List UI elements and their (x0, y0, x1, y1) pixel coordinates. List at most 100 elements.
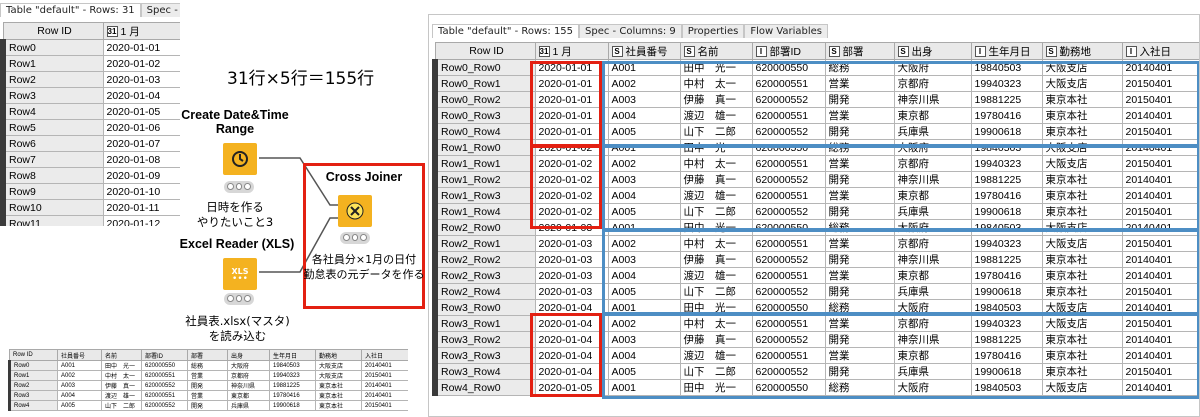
row-id-cell[interactable]: Row2_Row2 (432, 251, 536, 268)
table-cell: A004 (57, 390, 102, 401)
table-cell: 田中 光一 (101, 360, 142, 371)
table-cell[interactable]: 2020-01-03 (534, 235, 609, 252)
row-id-cell: Row0 (8, 360, 58, 371)
row-id-cell[interactable]: Row0_Row4 (432, 123, 536, 140)
table-cell: 東京本社 (315, 390, 362, 401)
row-id-cell[interactable]: Row1_Row2 (432, 171, 536, 188)
table-cell: 19940323 (269, 370, 316, 381)
column-header: 名前 (101, 349, 142, 361)
table-cell: A005 (57, 400, 102, 411)
employee-group-highlight-2 (602, 145, 1199, 231)
table-cell: 京都府 (227, 370, 270, 381)
main-tab-flow-variables[interactable]: Flow Variables (744, 24, 829, 38)
main-table-panel: Table "default" - Rows: 155 Spec - Colum… (428, 14, 1200, 417)
row-id-cell[interactable]: Row4_Row0 (432, 379, 536, 396)
row-id-cell[interactable]: Row0_Row2 (432, 91, 536, 108)
table-cell: 620000551 (141, 390, 188, 401)
main-tab-bar: Table "default" - Rows: 155 Spec - Colum… (432, 20, 1199, 38)
table-cell: 大阪支店 (315, 370, 362, 381)
table-cell: 大阪支店 (315, 360, 362, 371)
table-row: Row1 A002 中村 太一 620000551 営業 京都府 19940323 大阪支店 2… (8, 370, 408, 381)
row-id-cell[interactable]: Row3_Row2 (432, 331, 536, 348)
column-header[interactable]: 31 1 月 (534, 42, 609, 60)
column-header[interactable]: S 社員番号 (607, 42, 681, 60)
main-tab-spec[interactable]: Spec - Columns: 9 (579, 24, 682, 38)
column-header[interactable]: I 入社日 (1121, 42, 1199, 60)
row-id-cell[interactable]: Row0_Row1 (432, 75, 536, 92)
table-cell: 東京都 (227, 390, 270, 401)
clock-icon (232, 151, 248, 167)
row-id-cell[interactable]: Row1_Row0 (432, 139, 536, 156)
employee-group-highlight-3 (602, 229, 1199, 315)
cross-joiner-node-icon[interactable] (338, 195, 372, 227)
column-header: 部署 (187, 349, 228, 361)
row-id-cell[interactable]: Row2_Row3 (432, 267, 536, 284)
row-id-cell[interactable]: Row3_Row4 (432, 363, 536, 380)
status-light-icon (351, 234, 359, 241)
small-master-table: Row ID 社員番号 名前 部署ID 部署 出身 生年月日 勤務地 入社日 Row0 A001 田… (8, 349, 408, 411)
row-id-cell[interactable]: Row3_Row3 (432, 347, 536, 364)
row-id-cell[interactable]: Row0_Row3 (432, 107, 536, 124)
integer-type-icon: I (1125, 46, 1137, 58)
row-id-cell[interactable]: Row3_Row1 (432, 315, 536, 332)
row-id-cell[interactable]: Row1_Row3 (432, 187, 536, 204)
table-cell: 620000552 (141, 380, 188, 391)
string-type-icon: S (897, 46, 909, 58)
column-header[interactable]: Row ID (434, 42, 536, 60)
table-cell: 中村 太一 (101, 370, 142, 381)
table-cell[interactable]: 2020-01-03 (534, 283, 609, 300)
table-cell: 20140401 (361, 360, 408, 371)
table-cell[interactable]: 2020-01-03 (534, 251, 609, 268)
table-cell[interactable]: 2020-01-03 (534, 267, 609, 284)
column-header[interactable]: S 名前 (679, 42, 753, 60)
create-date-title: Create Date&Time Range (181, 108, 289, 136)
string-type-icon: S (611, 46, 623, 58)
main-tab-table[interactable]: Table "default" - Rows: 155 (432, 24, 580, 38)
column-header[interactable]: I 生年月日 (970, 42, 1043, 60)
column-header[interactable]: S 出身 (893, 42, 972, 60)
excel-reader-title: Excel Reader (XLS) (179, 237, 295, 251)
row-id-cell[interactable]: Row1_Row4 (432, 203, 536, 220)
column-header: 出身 (227, 349, 270, 361)
excel-reader-status-lights (224, 293, 254, 305)
status-light-icon (227, 295, 234, 302)
status-light-icon (343, 234, 350, 241)
employee-group-highlight-4 (602, 313, 1199, 399)
row-id-cell[interactable]: Row2_Row1 (432, 235, 536, 252)
table-cell: 総務 (187, 360, 228, 371)
table-cell: 営業 (187, 370, 228, 381)
row-id-cell[interactable]: Row0_Row0 (432, 59, 536, 76)
status-light-icon (244, 183, 252, 190)
string-type-icon: S (1045, 46, 1057, 58)
column-header: 入社日 (361, 349, 408, 361)
cross-joiner-caption: 各社員分×1月の日付 勤怠表の元データを作る (303, 253, 425, 281)
row-id-cell[interactable]: Row2_Row0 (432, 219, 536, 236)
date-group-highlight-3 (530, 313, 602, 397)
column-header: Row ID (9, 349, 58, 361)
table-cell: 大阪府 (227, 360, 270, 371)
string-type-icon: S (828, 46, 840, 58)
table-cell: 開発 (187, 380, 228, 391)
create-date-node-icon[interactable] (223, 143, 257, 175)
row-id-cell[interactable]: Row1_Row1 (432, 155, 536, 172)
calendar-icon: 31 (538, 46, 550, 58)
table-cell: 20150401 (361, 370, 408, 381)
table-cell: 山下 二郎 (101, 400, 142, 411)
row-id-cell[interactable]: Row2_Row4 (432, 283, 536, 300)
table-cell: A003 (57, 380, 102, 391)
row-id-cell: Row1 (8, 370, 58, 381)
cross-joiner-status-lights (340, 232, 370, 244)
column-header[interactable]: S 勤務地 (1041, 42, 1123, 60)
dots-icon: ••• (232, 273, 248, 284)
table-cell: 開発 (187, 400, 228, 411)
row-id-cell[interactable]: Row3_Row0 (432, 299, 536, 316)
table-cell: 20140401 (361, 390, 408, 401)
excel-reader-node-icon[interactable]: XLS ••• (223, 258, 257, 290)
create-date-caption: 日時を作る やりたいこと3 (196, 200, 274, 229)
employee-group-highlight-1 (602, 61, 1199, 147)
create-date-node[interactable]: Create Date&Time Range (176, 108, 294, 136)
column-header[interactable]: S 部署 (824, 42, 895, 60)
main-tab-properties[interactable]: Properties (681, 24, 745, 38)
status-light-icon (227, 183, 234, 190)
column-header[interactable]: I 部署ID (751, 42, 826, 60)
